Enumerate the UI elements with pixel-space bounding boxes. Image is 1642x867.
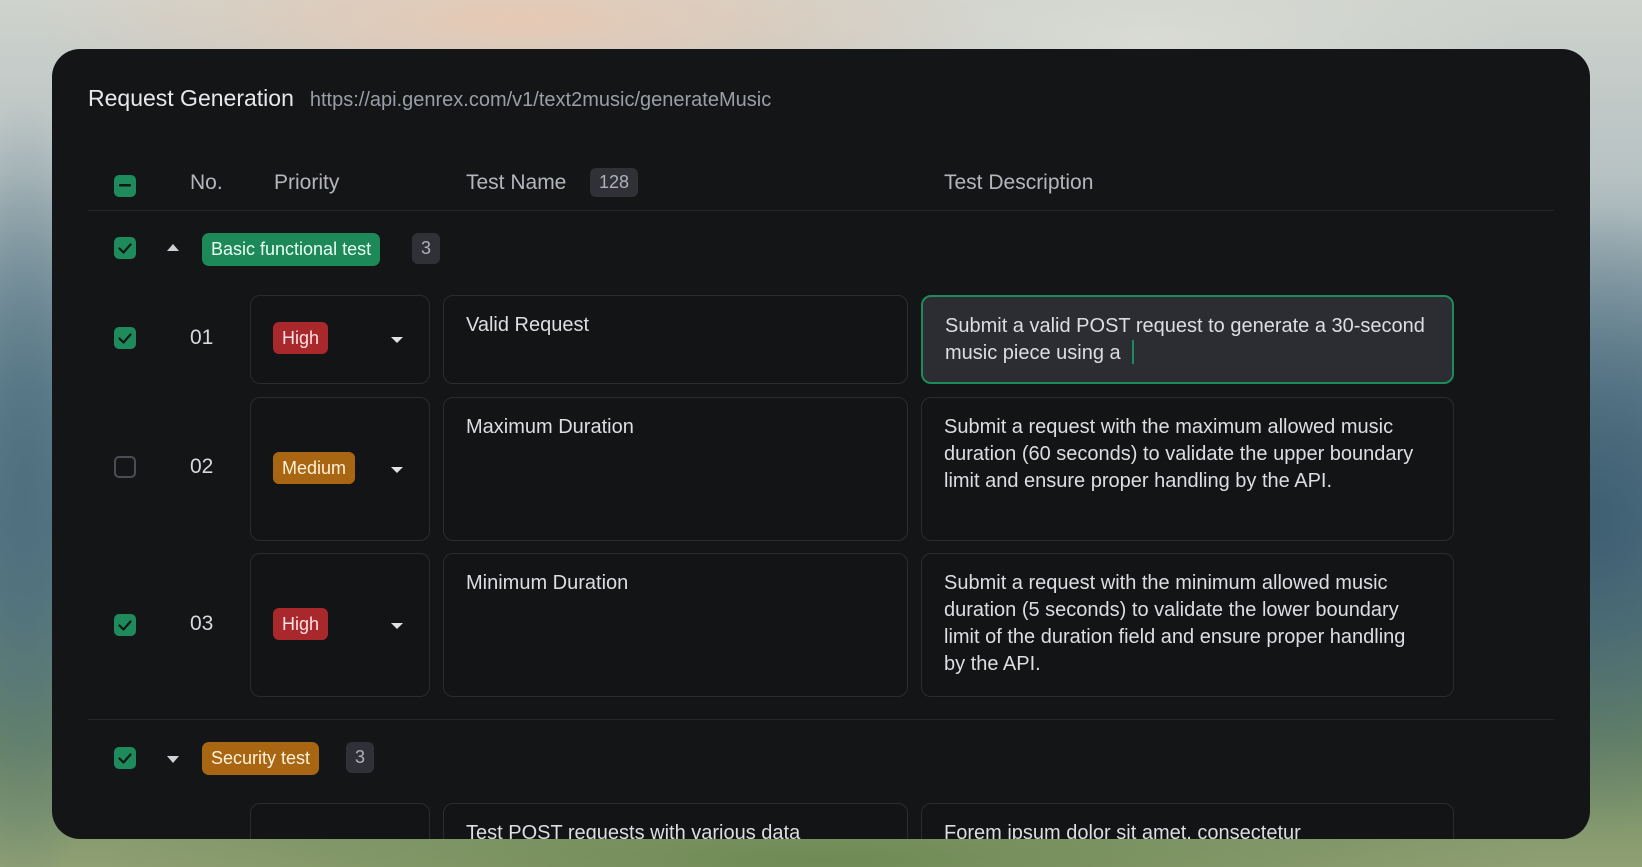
row-number: 02 [190,455,214,478]
test-description-text: Submit a request with the maximum allowe… [944,416,1414,492]
table-header: No. Priority Test Name 128 Test Descript… [52,159,1590,213]
column-test-description: Test Description [944,171,1094,194]
test-name-field[interactable]: Test POST requests with various data [443,803,908,839]
test-name-text: Minimum Duration [466,572,629,594]
row-checkbox-03[interactable] [114,614,136,636]
priority-select[interactable]: High [250,553,430,697]
test-description-field[interactable]: Submit a request with the minimum allowe… [921,553,1454,697]
priority-badge: Medium [273,452,356,484]
group-tag-security: Security test [202,742,320,775]
endpoint-url: https://api.genrex.com/v1/text2music/gen… [309,89,772,111]
group-count-badge: 3 [412,233,441,264]
test-name-text: Maximum Duration [466,416,634,438]
test-description-text: Forem ipsum dolor sit amet, consectetur [944,822,1301,839]
test-name-text: Test POST requests with various data [466,822,801,839]
request-generation-panel: Request Generation https://api.genrex.co… [52,49,1590,839]
priority-badge: High [273,322,329,354]
minus-icon [119,184,131,187]
dropdown-arrow-icon [391,467,403,473]
group-divider [88,719,1554,720]
check-icon [118,619,132,631]
row-number: 01 [190,326,214,349]
collapse-chevron-icon[interactable] [167,244,179,251]
test-description-text: Submit a valid POST request to generate … [945,313,1430,367]
test-description-text: Submit a request with the minimum allowe… [944,572,1406,675]
panel-header: Request Generation https://api.genrex.co… [88,85,771,112]
description-value: Submit a valid POST request to generate … [945,315,1425,364]
row-number: 03 [190,612,214,635]
priority-select[interactable]: Medium [250,397,430,541]
test-name-field[interactable]: Minimum Duration [443,553,908,697]
check-icon [118,332,132,344]
dropdown-arrow-icon [391,337,403,343]
priority-select[interactable] [250,803,430,839]
row-checkbox-01[interactable] [114,327,136,349]
column-test-name: Test Name [466,171,567,194]
group-checkbox-basic[interactable] [114,237,136,259]
test-name-field[interactable]: Maximum Duration [443,397,908,541]
test-description-field[interactable]: Submit a valid POST request to generate … [921,295,1454,384]
test-description-field[interactable]: Forem ipsum dolor sit amet, consectetur [921,803,1454,839]
check-icon [118,752,132,764]
page-title: Request Generation [88,85,294,111]
select-all-checkbox[interactable] [114,175,136,197]
header-divider [88,210,1554,211]
group-count-badge: 3 [346,742,375,773]
priority-select[interactable]: High [250,295,430,384]
group-tag-basic: Basic functional test [202,233,381,266]
text-cursor [1132,340,1135,364]
test-name-field[interactable]: Valid Request [443,295,908,384]
column-priority: Priority [274,171,340,194]
column-no: No. [190,171,223,194]
group-checkbox-security[interactable] [114,747,136,769]
priority-badge: High [273,608,329,640]
test-name-text: Valid Request [466,314,590,336]
test-description-field[interactable]: Submit a request with the maximum allowe… [921,397,1454,541]
dropdown-arrow-icon [391,623,403,629]
row-checkbox-02[interactable] [114,456,136,478]
check-icon [118,242,132,254]
test-count-badge: 128 [590,168,639,197]
expand-chevron-icon[interactable] [167,756,179,763]
